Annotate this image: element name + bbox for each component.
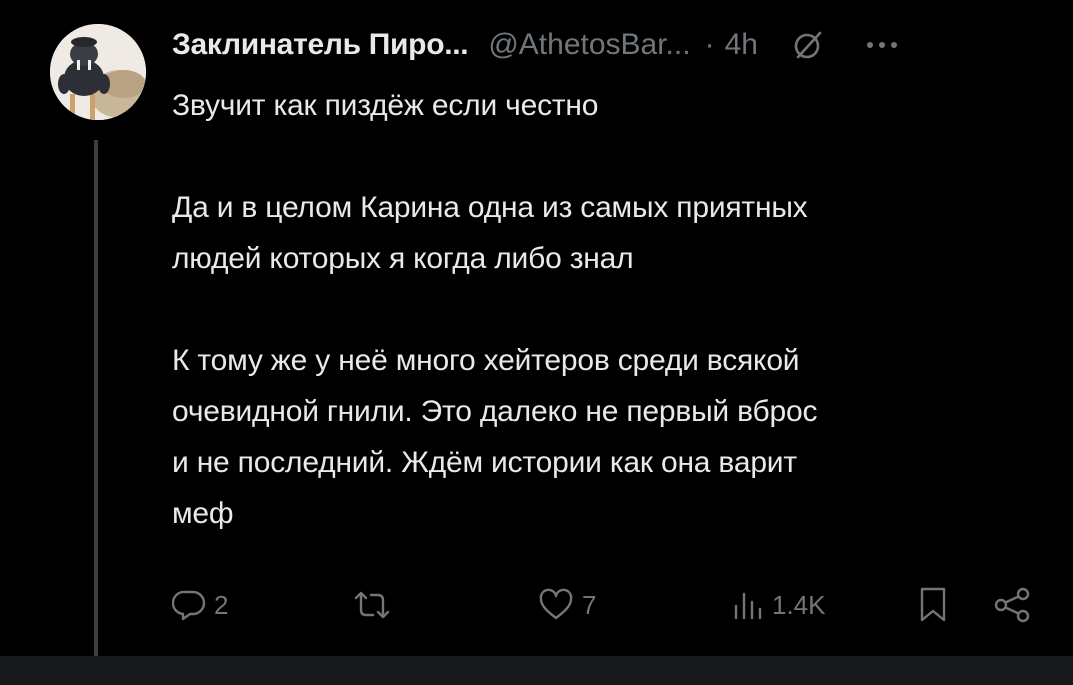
reply-button[interactable]: 2 [172, 580, 228, 630]
tweet-line: Да и в целом Карина одна из самых приятн… [172, 191, 808, 224]
separator-dot: · [704, 28, 715, 61]
tweet-line: К тому же у неё много хейтеров среди вся… [172, 344, 800, 377]
thread-line [94, 140, 98, 680]
reply-icon [172, 590, 206, 621]
tweet-time[interactable]: 4h [725, 28, 758, 62]
views-bar-chart-icon [734, 592, 762, 620]
share-button[interactable] [992, 580, 1032, 630]
share-icon [994, 587, 1030, 623]
tweet-actions: 2 7 1.4K [172, 580, 1042, 630]
tweet-line: людей которых я когда либо знал [172, 242, 634, 275]
tweet-paragraph: К тому же у неё много хейтеров среди вся… [172, 335, 1042, 539]
views-button[interactable]: 1.4K [730, 580, 826, 630]
tweet-line: Звучит как пиздёж если честно [172, 89, 599, 122]
tweet-line: меф [172, 497, 234, 530]
tweet-header: Заклинатель Пиро... @AthetosBar... · 4h [172, 22, 1042, 68]
reply-count: 2 [214, 589, 229, 620]
author-handle[interactable]: @AthetosBar... [488, 28, 690, 62]
retweet-button[interactable] [352, 580, 400, 630]
author-name[interactable]: Заклинатель Пиро... [172, 28, 469, 62]
tweet-body: Звучит как пиздёж если честно Да и в цел… [172, 80, 1042, 539]
tweet-line: очевидной гнили. Это далеко не первый вб… [172, 395, 818, 428]
grok-icon[interactable] [792, 29, 824, 61]
like-button[interactable]: 7 [538, 580, 596, 630]
avatar[interactable] [50, 24, 146, 120]
like-count: 7 [582, 589, 597, 620]
tweet-paragraph: Да и в целом Карина одна из самых приятн… [172, 182, 1042, 284]
bottom-strip [0, 656, 1073, 685]
tweet[interactable]: Заклинатель Пиро... @AthetosBar... · 4h … [0, 0, 1073, 680]
bookmark-icon [920, 587, 946, 622]
walrus-figurine-avatar-icon [50, 24, 146, 120]
more-dots-icon[interactable] [864, 29, 900, 61]
views-count: 1.4K [772, 589, 826, 620]
tweet-line: и не последний. Ждём истории как она вар… [172, 446, 797, 479]
tweet-paragraph: Звучит как пиздёж если честно [172, 80, 1042, 131]
retweet-icon [354, 591, 390, 619]
heart-icon [539, 588, 573, 620]
bookmark-button[interactable] [916, 580, 950, 630]
